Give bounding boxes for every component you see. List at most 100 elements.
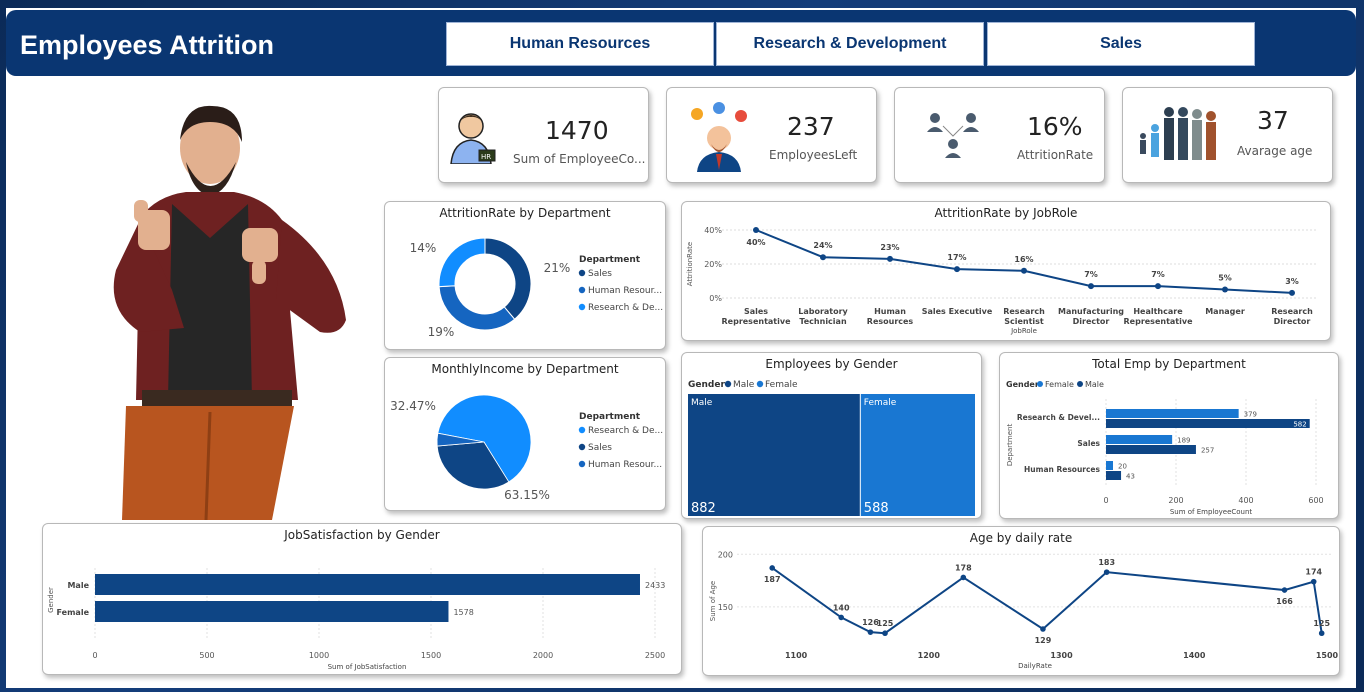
- y-axis-title: AttritionRate: [686, 242, 694, 286]
- data-label: 166: [1276, 597, 1293, 606]
- bar: [1106, 461, 1113, 470]
- kpi-value: 1470: [545, 116, 609, 145]
- data-label: 125: [877, 619, 894, 628]
- kpi-card-employee-count: HR 1470 Sum of EmployeeCo...: [438, 87, 649, 183]
- x-tick-label: Technician: [799, 317, 847, 326]
- data-point: [1040, 626, 1046, 632]
- data-label: 21%: [544, 261, 571, 275]
- data-label: 14%: [410, 241, 437, 255]
- data-point: [882, 630, 888, 637]
- x-tick-label: Resources: [867, 317, 914, 326]
- data-label: 187: [764, 575, 781, 584]
- kpi-card-attrition-rate: 16% AttritionRate: [894, 87, 1105, 183]
- tab-sales[interactable]: Sales: [987, 22, 1255, 66]
- data-label: 32.47%: [390, 399, 436, 413]
- data-point: [1088, 283, 1094, 290]
- data-label: 178: [955, 563, 972, 572]
- legend-label: Human Resour...: [588, 286, 662, 296]
- hr-person-icon: HR: [450, 113, 496, 164]
- donut-slice: [484, 237, 532, 320]
- tile-label: Female: [864, 398, 897, 408]
- data-point: [1318, 630, 1325, 637]
- legend-label: Male: [1085, 380, 1104, 389]
- tab-human-resources[interactable]: Human Resources: [446, 22, 714, 66]
- data-label: 1578: [453, 608, 473, 617]
- x-tick-label: 200: [1168, 496, 1183, 505]
- legend-title: Gender: [1006, 380, 1039, 389]
- y-tick-label: Male: [67, 581, 89, 590]
- bar: [1106, 435, 1173, 444]
- legend-title: Gender: [688, 380, 725, 390]
- tab-research-development[interactable]: Research & Development: [716, 22, 984, 66]
- x-axis-title: JobRole: [1010, 327, 1037, 335]
- x-axis-title: DailyRate: [1018, 662, 1052, 670]
- x-tick-label: Laboratory: [798, 307, 848, 316]
- tile-value: 882: [691, 501, 716, 516]
- x-tick-label: 1300: [1050, 651, 1073, 660]
- data-point: [838, 614, 845, 621]
- y-axis-title: Department: [1006, 424, 1014, 467]
- x-tick-label: Representative: [1124, 317, 1194, 326]
- y-tick-label: Female: [57, 608, 90, 617]
- x-tick-label: Manufacturing: [1058, 307, 1124, 316]
- data-label: 17%: [947, 253, 966, 262]
- bar: [95, 574, 640, 595]
- chart-card-monthly-income: MonthlyIncome by Department 63.15% 32.47%…: [384, 357, 666, 511]
- network-people-icon: [927, 113, 979, 158]
- total-emp-department-bar-chart: Gender Female Male 0 200 400 600 Research & Dev…: [1006, 380, 1324, 516]
- tile-value: 588: [864, 501, 889, 516]
- data-point: [960, 574, 967, 581]
- bar: [95, 601, 449, 622]
- bar: [1106, 445, 1196, 454]
- chart-card-total-emp-by-department: Total Emp by Department Gender Female Male…: [999, 352, 1339, 519]
- donut-slice: [438, 237, 486, 288]
- y-tick-label: Sales: [1077, 439, 1100, 448]
- data-point: [1021, 267, 1027, 274]
- legend-marker: [1037, 381, 1043, 387]
- bar: [1106, 409, 1239, 418]
- legend-label: Research & De...: [588, 303, 663, 313]
- legend-label: Female: [765, 380, 798, 390]
- donut-slice: [438, 285, 516, 331]
- series-line: [771, 567, 1323, 635]
- y-axis-title: Gender: [47, 587, 55, 613]
- legend-marker: [756, 380, 764, 388]
- x-tick-label: 500: [199, 651, 214, 660]
- data-point: [1155, 283, 1161, 290]
- x-tick-label: 0: [1103, 496, 1108, 505]
- data-label: 3%: [1285, 277, 1299, 286]
- legend-marker: [578, 303, 586, 311]
- x-tick-label: Representative: [722, 317, 792, 326]
- data-point: [887, 255, 893, 262]
- kpi-card-average-age: 37 Avarage age: [1122, 87, 1333, 183]
- x-axis-title: Sum of JobSatisfaction: [328, 663, 407, 671]
- data-label: 63.15%: [504, 488, 550, 502]
- y-axis-title: Sum of Age: [709, 581, 717, 621]
- data-point: [753, 227, 759, 233]
- attrition-department-donut: 21% 19% 14% Department Sales Human Resour... R…: [410, 237, 663, 339]
- data-label: 257: [1201, 447, 1214, 455]
- kpi-card-employees-left: 237 EmployeesLeft: [666, 87, 877, 183]
- data-label: 40%: [746, 238, 765, 247]
- data-point: [1222, 286, 1228, 293]
- legend-label: Human Resour...: [588, 460, 662, 470]
- legend-marker: [578, 460, 586, 468]
- data-point: [1281, 587, 1288, 593]
- data-point: [1103, 569, 1110, 575]
- page-title: Employees Attrition: [20, 30, 275, 60]
- data-label: 19%: [428, 325, 455, 339]
- kpi-label: EmployeesLeft: [769, 148, 858, 162]
- chart-card-jobsatisfaction: JobSatisfaction by Gender 0 500 1000 1500 20…: [42, 523, 682, 675]
- legend-marker: [578, 286, 586, 294]
- x-tick-label: Human: [874, 307, 906, 316]
- age-dailyrate-line-chart: 1502001100 1200 1300 1400 150018714012612517…: [709, 550, 1339, 670]
- x-tick-label: 1400: [1183, 651, 1206, 660]
- chart-card-attrition-by-jobrole: AttritionRate by JobRole 0% 20% 40% Attriti…: [681, 201, 1331, 341]
- data-label: 189: [1177, 437, 1190, 445]
- x-tick-label: 1100: [785, 651, 808, 660]
- data-label: 20: [1118, 463, 1127, 471]
- data-label: 379: [1244, 411, 1257, 419]
- legend-marker: [578, 269, 586, 277]
- legend-title: Department: [579, 255, 641, 265]
- x-tick-label: 2000: [533, 651, 553, 660]
